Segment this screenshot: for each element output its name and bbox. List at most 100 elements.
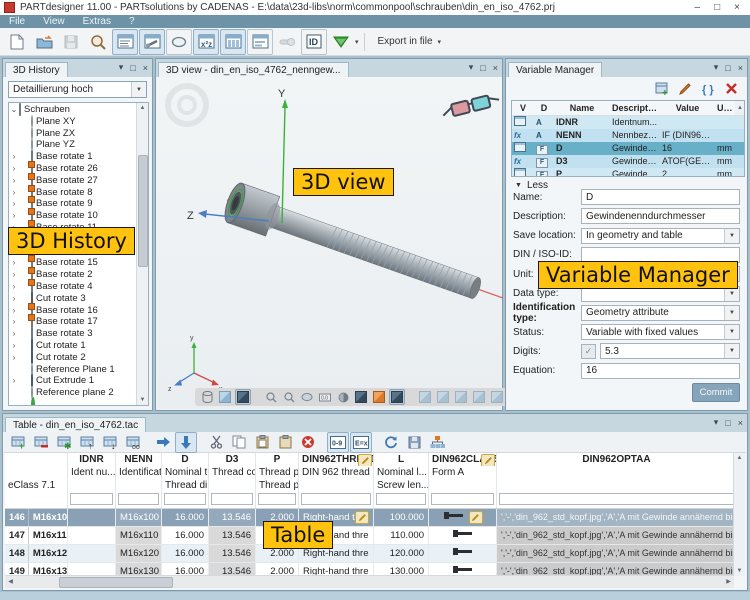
scroll-right-icon[interactable]: ▶ bbox=[723, 576, 734, 587]
delete-row-button[interactable] bbox=[30, 432, 52, 453]
tree-item-cut-rotate-1[interactable]: ›Cut rotate 1 bbox=[9, 340, 137, 352]
expander-closed-icon[interactable]: › bbox=[9, 210, 19, 222]
copy-variable-button[interactable]: { } bbox=[700, 80, 717, 97]
expander-closed-icon[interactable]: › bbox=[9, 151, 19, 163]
table-row-m16x110[interactable]: 147M16x110M16x11016.00013.5462.000Right-… bbox=[5, 527, 734, 545]
insert-row-above-button[interactable]: ↑ bbox=[76, 432, 98, 453]
expander-closed-icon[interactable]: › bbox=[9, 305, 19, 317]
expander-closed-icon[interactable]: › bbox=[9, 187, 19, 199]
column-header-idnr[interactable]: IDNR bbox=[68, 453, 116, 466]
chevron-down-icon[interactable]: ▼ bbox=[724, 325, 739, 339]
new-variant-button[interactable]: ✱ bbox=[53, 432, 75, 453]
commit-button[interactable]: Commit bbox=[692, 383, 740, 402]
column-header-nenn[interactable]: Identificat... bbox=[116, 466, 162, 479]
minimize-button[interactable]: – bbox=[695, 2, 701, 13]
name-field[interactable]: D bbox=[581, 189, 740, 205]
cut-button[interactable] bbox=[205, 432, 227, 453]
scroll-up-icon[interactable]: ▲ bbox=[734, 453, 745, 463]
iso-view-2-button[interactable] bbox=[435, 389, 451, 405]
column-header-d3[interactable]: Thread co... bbox=[209, 466, 256, 479]
paste-special-button[interactable] bbox=[274, 432, 296, 453]
tab-3d-history[interactable]: 3D History bbox=[5, 62, 68, 77]
menu-help[interactable]: ? bbox=[120, 16, 144, 27]
maximize-button[interactable]: □ bbox=[714, 2, 720, 13]
add-variable-button[interactable]: + bbox=[654, 80, 671, 97]
iso-view-4-button[interactable] bbox=[471, 389, 487, 405]
edit-pencil-icon[interactable] bbox=[469, 511, 483, 524]
panel-close-icon[interactable]: × bbox=[493, 63, 498, 73]
zoom-button[interactable] bbox=[263, 389, 279, 405]
view-orange-button[interactable] bbox=[371, 389, 387, 405]
description-field[interactable]: Gewindenenndurchmesser bbox=[581, 208, 740, 224]
toggle-equations-button[interactable]: E=x bbox=[350, 432, 372, 453]
column-header-optaa[interactable]: DIN962OPTAA bbox=[497, 453, 734, 466]
panel-menu-icon[interactable]: ▾ bbox=[714, 417, 719, 428]
column-header-description[interactable]: Description bbox=[610, 101, 660, 115]
expander-closed-icon[interactable]: › bbox=[9, 340, 19, 352]
panel-close-icon[interactable]: × bbox=[143, 63, 148, 73]
zoom-window-button[interactable] bbox=[281, 389, 297, 405]
variable-row-idnr[interactable]: AIDNRIdentnum... bbox=[512, 116, 744, 129]
equation-field[interactable]: 16 bbox=[581, 363, 740, 379]
scroll-down-icon[interactable]: ▼ bbox=[137, 395, 148, 405]
3d-glasses-icon[interactable] bbox=[441, 92, 501, 120]
export-in-file-button[interactable]: Export in file▾ bbox=[370, 26, 450, 58]
expander-closed-icon[interactable]: › bbox=[9, 375, 19, 387]
tab-table[interactable]: Table - din_en_iso_4762.tac bbox=[5, 417, 146, 432]
panel-menu-icon[interactable]: ▾ bbox=[119, 62, 124, 73]
column-header-d[interactable]: Thread di... bbox=[162, 479, 209, 492]
column-header-d3[interactable]: D3 bbox=[209, 453, 256, 466]
search-button[interactable] bbox=[85, 29, 111, 55]
expander-closed-icon[interactable]: › bbox=[9, 269, 19, 281]
chevron-down-icon[interactable]: ▼ bbox=[724, 306, 739, 320]
toggle-variable-manager-button[interactable]: x²z bbox=[193, 29, 219, 55]
scroll-left-icon[interactable]: ◀ bbox=[5, 576, 16, 587]
panel-close-icon[interactable]: × bbox=[738, 418, 743, 428]
column-header-d[interactable]: D bbox=[162, 453, 209, 466]
column-header-d3[interactable] bbox=[209, 479, 256, 492]
column-header-optaa[interactable] bbox=[497, 466, 734, 479]
structure-button[interactable] bbox=[426, 432, 448, 453]
move-down-button[interactable] bbox=[175, 432, 197, 453]
wireframe-view-button[interactable] bbox=[199, 389, 215, 405]
paste-button[interactable] bbox=[251, 432, 273, 453]
column-header-idnr[interactable]: Ident nu... bbox=[68, 466, 116, 479]
filter-input-p[interactable] bbox=[258, 493, 296, 505]
column-header-d[interactable]: Nominal t... bbox=[162, 466, 209, 479]
panel-menu-icon[interactable]: ▾ bbox=[714, 62, 719, 73]
delete-cells-button[interactable] bbox=[297, 432, 319, 453]
tree-item-schrauben[interactable]: ⌄Schrauben bbox=[9, 104, 137, 116]
column-header-unit[interactable]: Unit bbox=[715, 101, 735, 115]
tree-item-plane-zx[interactable]: Plane ZX bbox=[9, 128, 137, 140]
refresh-button[interactable] bbox=[380, 432, 402, 453]
3d-viewport[interactable]: Y Z y bbox=[157, 77, 501, 409]
view-dark-button[interactable] bbox=[353, 389, 369, 405]
tree-scrollbar[interactable]: ▲ ▼ bbox=[136, 103, 148, 405]
column-header-v[interactable]: V bbox=[512, 101, 534, 115]
menu-extras[interactable]: Extras bbox=[74, 16, 120, 27]
column-header-thread[interactable] bbox=[299, 479, 374, 492]
filter-input-nenn[interactable] bbox=[118, 493, 159, 505]
column-header-class[interactable] bbox=[429, 479, 497, 492]
column-header-name[interactable]: Name bbox=[554, 101, 610, 115]
column-header-d[interactable]: D bbox=[534, 101, 554, 115]
tree-item-cut-extrude-1[interactable]: ›Cut Extrude 1 bbox=[9, 375, 137, 387]
table-row-m16x100[interactable]: 146M16x100M16x10016.00013.5462.000Right-… bbox=[5, 509, 734, 527]
chevron-down-icon[interactable]: ▼ bbox=[724, 344, 739, 358]
filter-input-thread[interactable] bbox=[301, 493, 371, 505]
column-header-thread[interactable]: DIN962THREAD bbox=[299, 453, 374, 466]
tree-item-reference-plane-1[interactable]: Reference Plane 1 bbox=[9, 364, 137, 376]
column-header-optaa[interactable] bbox=[497, 479, 734, 492]
expander-closed-icon[interactable]: › bbox=[9, 352, 19, 364]
status-field[interactable]: Variable with fixed values▼ bbox=[581, 324, 740, 340]
detail-level-select[interactable]: Detaillierung hoch ▼ bbox=[8, 81, 147, 98]
iso-view-3-button[interactable] bbox=[453, 389, 469, 405]
close-button[interactable]: × bbox=[734, 2, 740, 13]
expander-closed-icon[interactable]: › bbox=[9, 316, 19, 328]
column-header-l[interactable]: L bbox=[374, 453, 429, 466]
panel-maximize-icon[interactable]: □ bbox=[130, 63, 135, 73]
menu-view[interactable]: View bbox=[34, 16, 74, 27]
measure-button[interactable]: 0.0 bbox=[317, 389, 333, 405]
tree-item-cut-rotate-2[interactable]: ›Cut rotate 2 bbox=[9, 352, 137, 364]
toggle-3d-history-button[interactable] bbox=[112, 29, 138, 55]
